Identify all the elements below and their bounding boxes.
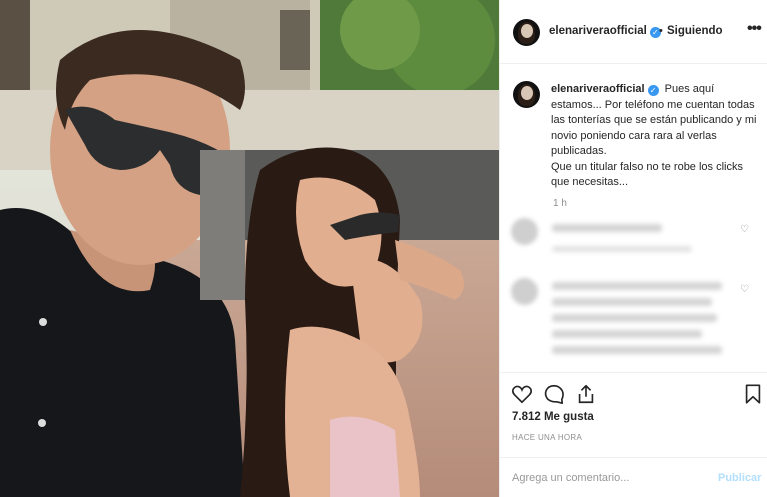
small-heart-icon[interactable]: ♡ bbox=[740, 284, 749, 295]
share-icon[interactable] bbox=[575, 383, 597, 405]
commenter-avatar[interactable] bbox=[511, 278, 538, 305]
heart-icon[interactable] bbox=[511, 383, 533, 405]
bookmark-icon[interactable] bbox=[742, 383, 764, 405]
follow-separator: • bbox=[659, 25, 663, 37]
blurred-comment-text bbox=[552, 224, 662, 232]
publish-button[interactable]: Publicar bbox=[718, 472, 761, 484]
blurred-comment-text bbox=[552, 298, 712, 306]
verified-badge-icon: ✓ bbox=[647, 85, 659, 96]
blurred-comment-text bbox=[552, 282, 722, 290]
commenter-avatar[interactable] bbox=[511, 218, 538, 245]
comment-input[interactable] bbox=[512, 468, 702, 488]
following-button[interactable]: Siguiendo bbox=[667, 25, 723, 37]
blurred-comment-text bbox=[552, 330, 702, 338]
small-heart-icon[interactable]: ♡ bbox=[740, 224, 749, 235]
blurred-comment-text bbox=[552, 314, 717, 322]
author-username[interactable]: elenariveraofficial ✓ bbox=[549, 25, 661, 38]
more-options-icon[interactable]: ••• bbox=[747, 20, 762, 38]
comment-item: ♡ bbox=[500, 214, 767, 268]
post-caption: elenariveraofficial ✓ Pues aquí estamos..… bbox=[500, 64, 767, 214]
post-timestamp: HACE UNA HORA bbox=[512, 433, 583, 442]
caption-timestamp: 1 h bbox=[553, 198, 567, 209]
comment-icon[interactable] bbox=[543, 383, 565, 405]
likes-count[interactable]: 7.812 Me gusta bbox=[512, 411, 594, 423]
post-sidebar: elenariveraofficial ✓ • Siguiendo ••• ele… bbox=[499, 0, 767, 497]
caption-body: Pues aquí estamos... Por teléfono me cue… bbox=[551, 83, 757, 188]
blurred-comment-text bbox=[552, 346, 722, 354]
caption-author-avatar[interactable] bbox=[513, 81, 540, 108]
selfie-image bbox=[0, 0, 499, 497]
blurred-comment-meta bbox=[552, 246, 692, 252]
post-header: elenariveraofficial ✓ • Siguiendo ••• bbox=[500, 0, 767, 64]
caption-username[interactable]: elenariveraofficial ✓ bbox=[551, 83, 659, 96]
add-comment-bar: Publicar bbox=[500, 457, 767, 497]
caption-text: elenariveraofficial ✓ Pues aquí estamos..… bbox=[551, 82, 759, 191]
comment-item: ♡ bbox=[500, 274, 767, 369]
post-photo[interactable] bbox=[0, 0, 499, 497]
author-avatar[interactable] bbox=[513, 19, 540, 46]
post-actions: 7.812 Me gusta HACE UNA HORA Publicar bbox=[500, 372, 767, 497]
